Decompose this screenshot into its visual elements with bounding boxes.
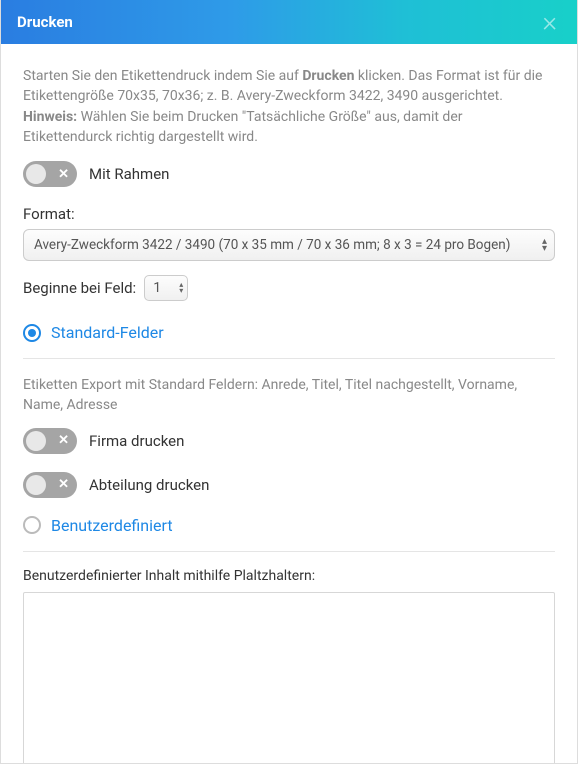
print-dialog: Drucken × Starten Sie den Etikettendruck… <box>0 0 578 764</box>
radio-custom-label: Benutzerdefiniert <box>51 516 173 535</box>
toggle-x-icon: ✕ <box>58 433 69 448</box>
intro-hint-text: Wählen Sie beim Drucken "Tatsächliche Gr… <box>23 109 463 145</box>
custom-content-textarea[interactable] <box>23 592 555 763</box>
start-field-row: Beginne bei Feld: 1 ▴▾ <box>23 275 555 301</box>
intro-pre: Starten Sie den Etikettendruck indem Sie… <box>23 68 302 84</box>
close-icon[interactable]: × <box>538 8 561 36</box>
toggle-dept-row: ✕ Abteilung drucken <box>23 472 555 498</box>
format-select[interactable]: Avery-Zweckform 3422 / 3490 (70 x 35 mm … <box>23 229 555 261</box>
start-field-label: Beginne bei Feld: <box>23 279 136 297</box>
intro-bold-drucken: Drucken <box>302 68 354 84</box>
toggle-firm[interactable]: ✕ <box>23 428 77 454</box>
toggle-knob <box>26 431 46 451</box>
toggle-frame-row: ✕ Mit Rahmen <box>23 161 555 187</box>
radio-standard-row[interactable]: Standard-Felder <box>23 323 555 342</box>
standard-desc: Etiketten Export mit Standard Feldern: A… <box>23 375 555 416</box>
dialog-body: Starten Sie den Etikettendruck indem Sie… <box>1 44 577 763</box>
separator <box>23 358 555 359</box>
radio-standard[interactable] <box>23 324 41 342</box>
dialog-title: Drucken <box>17 13 73 31</box>
toggle-firm-label: Firma drucken <box>89 432 184 450</box>
toggle-frame[interactable]: ✕ <box>23 161 77 187</box>
radio-custom[interactable] <box>23 516 41 534</box>
toggle-knob <box>26 164 46 184</box>
toggle-x-icon: ✕ <box>58 167 69 182</box>
toggle-x-icon: ✕ <box>58 477 69 492</box>
radio-custom-row[interactable]: Benutzerdefiniert <box>23 516 555 535</box>
toggle-frame-label: Mit Rahmen <box>89 165 169 183</box>
intro-hint-bold: Hinweis: <box>23 109 77 125</box>
dialog-header: Drucken × <box>1 0 577 44</box>
custom-content-label: Benutzerdefinierter Inhalt mithilfe Plal… <box>23 568 555 584</box>
toggle-firm-row: ✕ Firma drucken <box>23 428 555 454</box>
start-field-select-wrap: 1 ▴▾ <box>144 275 188 301</box>
toggle-dept[interactable]: ✕ <box>23 472 77 498</box>
toggle-dept-label: Abteilung drucken <box>89 476 209 494</box>
start-field-select[interactable]: 1 <box>144 275 188 301</box>
toggle-knob <box>26 475 46 495</box>
radio-dot <box>28 329 36 337</box>
format-select-wrap: Avery-Zweckform 3422 / 3490 (70 x 35 mm … <box>23 229 555 261</box>
separator <box>23 551 555 552</box>
radio-standard-label: Standard-Felder <box>51 323 164 342</box>
format-label: Format: <box>23 205 555 223</box>
intro-text: Starten Sie den Etikettendruck indem Sie… <box>23 66 555 147</box>
